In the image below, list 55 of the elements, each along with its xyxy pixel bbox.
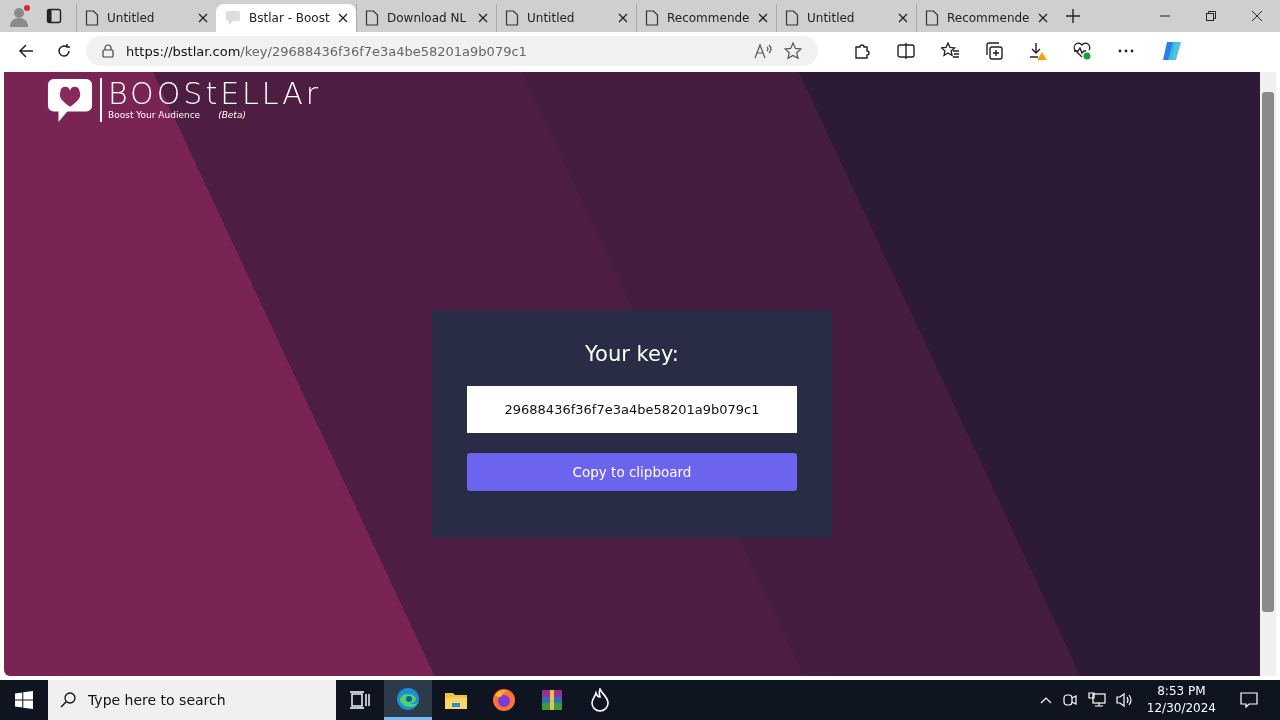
- card-title: Your key:: [585, 342, 679, 366]
- logo-wordmark: BOOStELLAr: [108, 78, 322, 110]
- profile-icon[interactable]: [8, 4, 32, 28]
- url-text: https://bstlar.com/key/29688436f36f7e3a4be58201a9b079c1: [126, 43, 527, 59]
- back-icon[interactable]: [18, 43, 34, 59]
- windows-start-icon[interactable]: [15, 691, 33, 709]
- key-field[interactable]: 29688436f36f7e3a4be58201a9b079c1: [467, 386, 797, 433]
- network-icon[interactable]: [1087, 692, 1106, 708]
- document-icon: [85, 10, 99, 26]
- document-icon: [645, 10, 659, 26]
- close-icon[interactable]: [1038, 13, 1048, 23]
- close-icon[interactable]: [478, 13, 488, 23]
- archive-icon: [540, 688, 564, 712]
- clock-date[interactable]: 12/30/2024: [1146, 700, 1216, 717]
- download-warning-icon[interactable]: [1029, 42, 1047, 60]
- lock-icon: [102, 44, 114, 58]
- document-icon: [365, 10, 379, 26]
- health-icon[interactable]: [1073, 42, 1091, 60]
- clock-time[interactable]: 8:53 PM: [1157, 683, 1206, 700]
- heart-chat-icon: [46, 78, 94, 124]
- flame-icon: [590, 688, 610, 712]
- volume-icon[interactable]: [1115, 692, 1134, 708]
- beta-label: (Beta): [218, 110, 246, 120]
- folder-icon: [444, 690, 468, 710]
- document-icon: [925, 10, 939, 26]
- tab-actions-icon[interactable]: [46, 8, 62, 24]
- close-icon[interactable]: [198, 13, 208, 23]
- restore-icon[interactable]: [1206, 11, 1216, 21]
- collections-icon[interactable]: [985, 42, 1003, 60]
- close-icon[interactable]: [898, 13, 908, 23]
- puzzle-icon[interactable]: [853, 42, 871, 60]
- new-tab-icon[interactable]: [1066, 9, 1080, 23]
- notification-icon[interactable]: [1240, 691, 1258, 709]
- copy-button[interactable]: Copy to clipboard: [467, 453, 797, 491]
- close-icon[interactable]: [618, 13, 628, 23]
- star-icon[interactable]: [784, 42, 802, 60]
- logo-tagline: Boost Your Audience: [108, 110, 201, 120]
- taskbar-search-field[interactable]: Type here to search: [48, 680, 336, 720]
- close-icon[interactable]: [338, 13, 348, 23]
- favorites-icon[interactable]: [941, 42, 959, 60]
- chat-icon: [225, 10, 241, 26]
- close-icon[interactable]: [758, 13, 768, 23]
- chevron-up-icon[interactable]: [1039, 696, 1052, 704]
- scrollbar[interactable]: [1260, 72, 1276, 676]
- read-aloud-icon[interactable]: [754, 43, 772, 59]
- document-icon: [505, 10, 519, 26]
- browser-tab[interactable]: Bstlar - Boost: [216, 4, 356, 32]
- refresh-icon[interactable]: [56, 43, 72, 59]
- taskbar-app[interactable]: [384, 680, 432, 720]
- close-icon[interactable]: [1252, 11, 1262, 21]
- task-view-icon[interactable]: [350, 691, 370, 709]
- address-bar[interactable]: https://bstlar.com/key/29688436f36f7e3a4be58201a9b079c1: [86, 36, 818, 66]
- split-screen-icon[interactable]: [897, 42, 915, 60]
- camera-icon[interactable]: [1061, 692, 1078, 708]
- document-icon: [785, 10, 799, 26]
